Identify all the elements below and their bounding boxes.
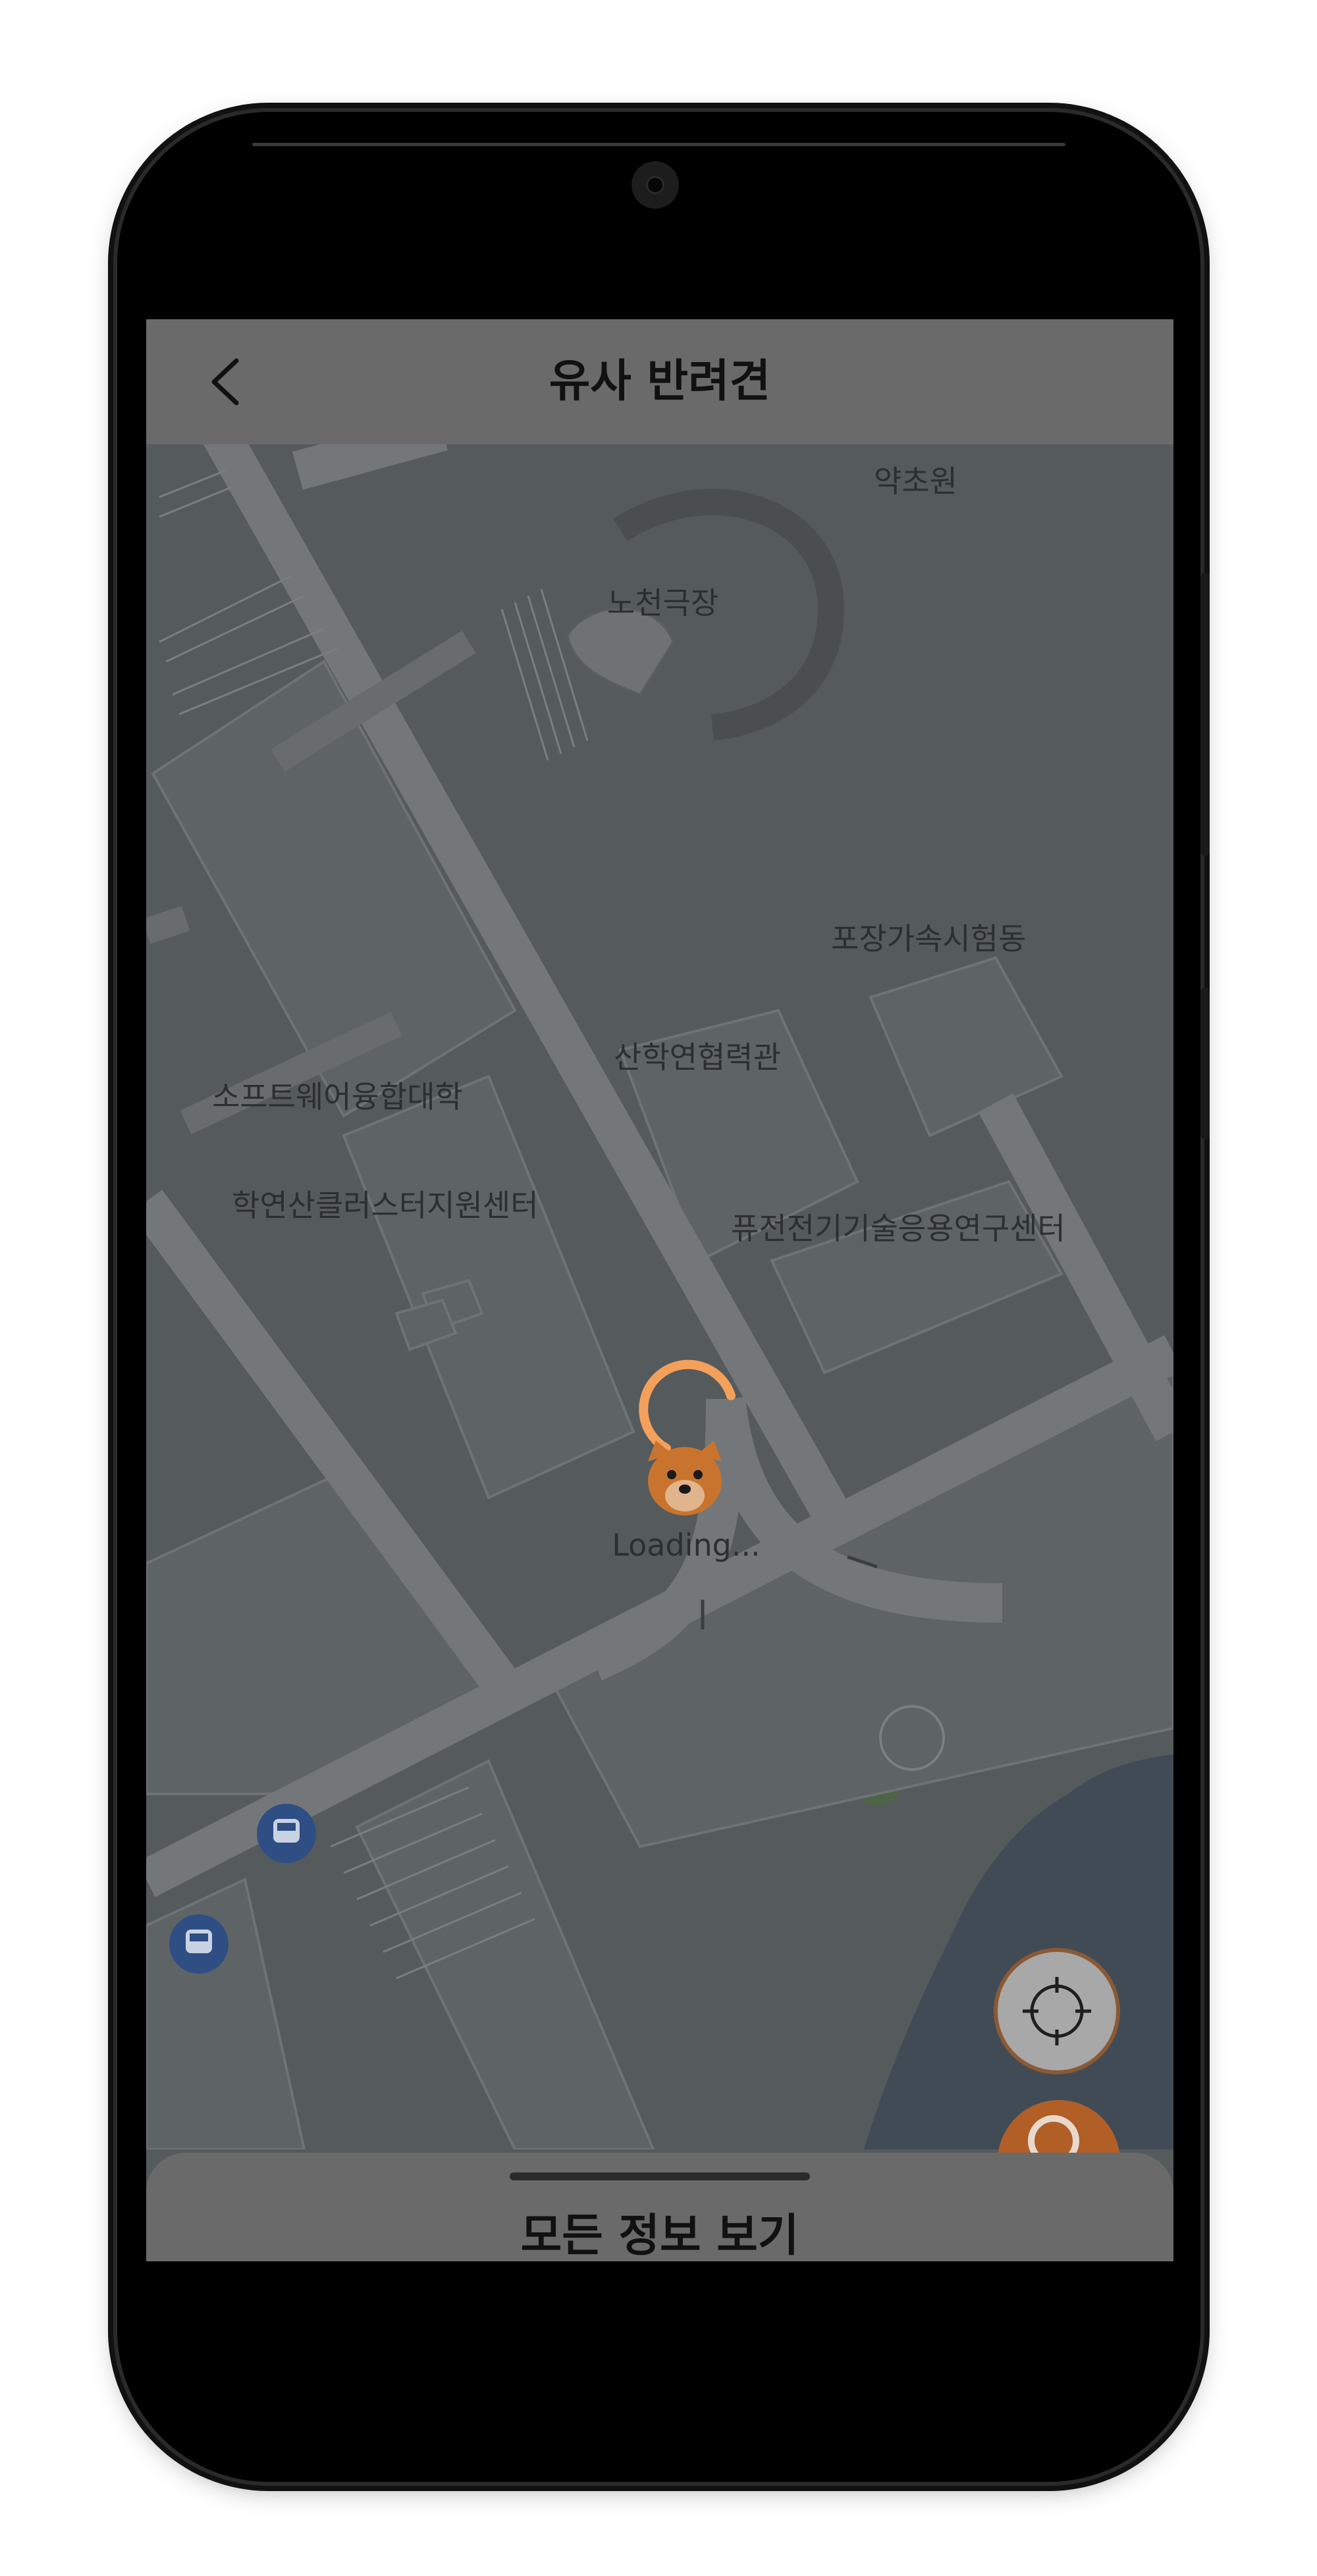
spinner-icon — [639, 1359, 736, 1515]
bottom-sheet[interactable]: 모든 정보 보기 — [146, 2153, 1173, 2261]
map-label: 노천극장 — [607, 585, 719, 621]
bus-stop-icon[interactable] — [169, 1914, 228, 1974]
map-label: 학연산클러스터지원센터 — [232, 1188, 539, 1223]
loading-text: Loading... — [612, 1527, 761, 1563]
power-button — [1200, 987, 1210, 1139]
dog-face-icon — [648, 1440, 722, 1515]
map-label: 소프트웨어융합대학 — [212, 1079, 463, 1115]
loading-indicator: Loading... — [601, 1350, 772, 1567]
phone-frame: 약초원 노천극장 포장가속시험동 산학연협력관 소프트웨어융합대학 학연산클러스… — [117, 112, 1210, 2482]
map-label: 산학연협력관 — [614, 1039, 781, 1075]
view-all-info-button[interactable]: 모든 정보 보기 — [146, 2199, 1173, 2261]
crosshair-icon — [1023, 1977, 1091, 2045]
sheet-drag-handle[interactable] — [510, 2172, 810, 2180]
map-canvas[interactable] — [146, 444, 1173, 2149]
app-bar: 유사 반려견 — [146, 319, 1173, 444]
screen: 약초원 노천극장 포장가속시험동 산학연협력관 소프트웨어융합대학 학연산클러스… — [146, 319, 1173, 2261]
bus-stop-icon[interactable] — [257, 1804, 316, 1863]
current-location-button[interactable] — [998, 1952, 1116, 2070]
page-title: 유사 반려견 — [549, 355, 771, 407]
volume-button — [1200, 573, 1210, 856]
map-label: 포장가속시험동 — [831, 921, 1027, 957]
map-label: 약초원 — [874, 463, 957, 499]
map-view[interactable]: 약초원 노천극장 포장가속시험동 산학연협력관 소프트웨어융합대학 학연산클러스… — [146, 444, 1173, 2149]
front-camera — [632, 161, 679, 209]
phone-top-edge — [252, 143, 1065, 146]
map-label: 퓨전전기기술응용연구센터 — [731, 1211, 1065, 1246]
